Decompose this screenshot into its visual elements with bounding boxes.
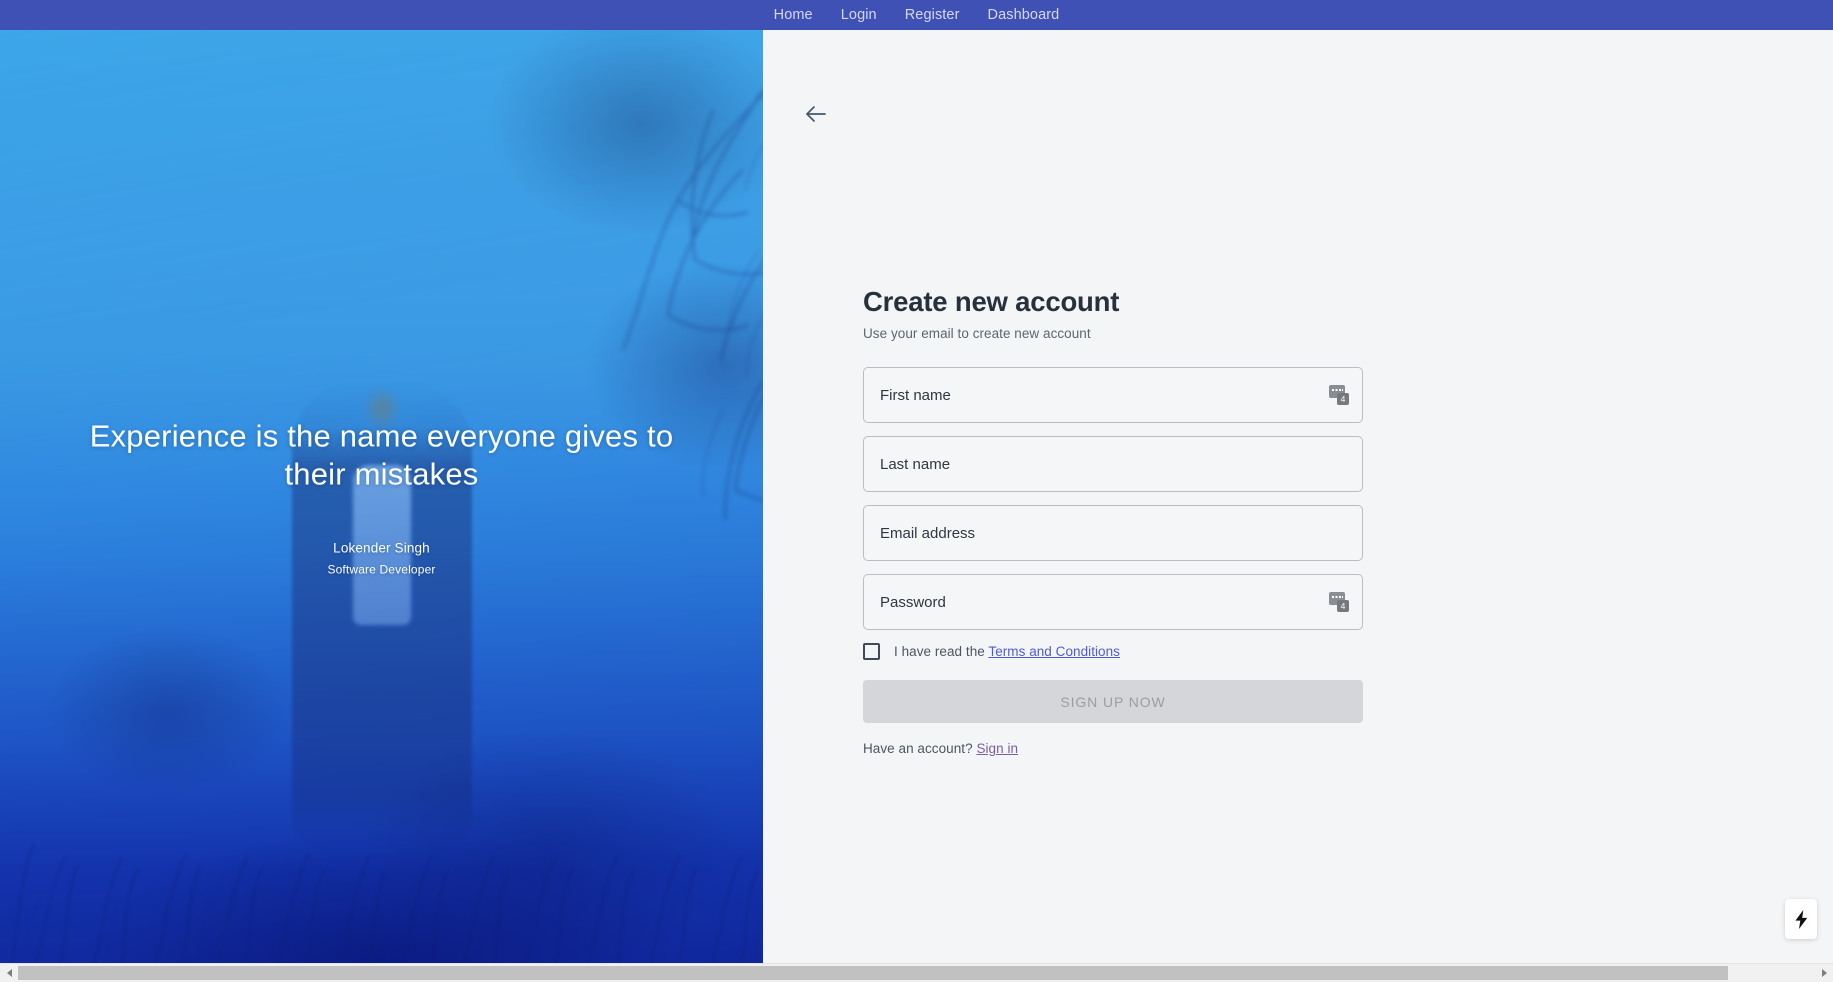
hero-author-name: Lokender Singh <box>55 540 708 555</box>
scrollbar-track[interactable] <box>18 964 1815 982</box>
signup-panel: Create new account Use your email to cre… <box>763 30 1833 963</box>
scroll-right-arrow-icon[interactable] <box>1815 964 1833 982</box>
autofill-count-badge: 4 <box>1337 600 1349 612</box>
scrollbar-thumb[interactable] <box>18 966 1728 980</box>
autofill-icon[interactable]: 4 <box>1329 385 1349 405</box>
last-name-input[interactable] <box>864 437 1362 491</box>
lightning-fab-button[interactable] <box>1785 899 1817 939</box>
sign-in-link[interactable]: Sign in <box>976 741 1018 756</box>
page-subtitle: Use your email to create new account <box>863 326 1363 341</box>
top-navbar: Home Login Register Dashboard <box>0 0 1833 30</box>
autofill-dots-shape <box>1332 596 1343 598</box>
first-name-input[interactable] <box>864 368 1362 422</box>
last-name-field[interactable] <box>863 436 1363 492</box>
hero-quote: Experience is the name everyone gives to… <box>55 417 708 495</box>
have-account-text: Have an account? <box>863 741 973 756</box>
nav-link-register[interactable]: Register <box>891 0 974 30</box>
email-input[interactable] <box>864 506 1362 560</box>
first-name-field[interactable]: 4 <box>863 367 1363 423</box>
lightning-bolt-icon <box>1794 910 1809 929</box>
horizontal-scrollbar[interactable] <box>0 963 1833 981</box>
signup-form: Create new account Use your email to cre… <box>863 286 1363 756</box>
email-field[interactable] <box>863 505 1363 561</box>
nav-link-dashboard[interactable]: Dashboard <box>974 0 1074 30</box>
autofill-icon[interactable]: 4 <box>1329 592 1349 612</box>
password-field[interactable]: 4 <box>863 574 1363 630</box>
hero-author-role: Software Developer <box>55 562 708 576</box>
scroll-left-arrow-icon[interactable] <box>0 964 18 982</box>
terms-text-before: I have read the <box>894 644 985 659</box>
terms-checkbox[interactable] <box>863 643 880 660</box>
sign-up-now-button[interactable]: SIGN UP NOW <box>863 680 1363 723</box>
autofill-dots-shape <box>1332 389 1343 391</box>
have-account-row: Have an account? Sign in <box>863 741 1363 756</box>
terms-row: I have read the Terms and Conditions <box>863 643 1363 660</box>
page-title: Create new account <box>863 286 1363 318</box>
password-input[interactable] <box>864 575 1362 629</box>
hero-panel: Experience is the name everyone gives to… <box>0 30 763 963</box>
hero-content: Experience is the name everyone gives to… <box>0 417 763 577</box>
terms-label: I have read the Terms and Conditions <box>894 644 1120 659</box>
terms-and-conditions-link[interactable]: Terms and Conditions <box>988 644 1120 659</box>
nav-link-home[interactable]: Home <box>760 0 827 30</box>
page-body: Experience is the name everyone gives to… <box>0 30 1833 963</box>
nav-link-login[interactable]: Login <box>827 0 891 30</box>
arrow-left-icon <box>804 105 826 123</box>
back-button[interactable] <box>793 92 837 136</box>
autofill-count-badge: 4 <box>1337 393 1349 405</box>
